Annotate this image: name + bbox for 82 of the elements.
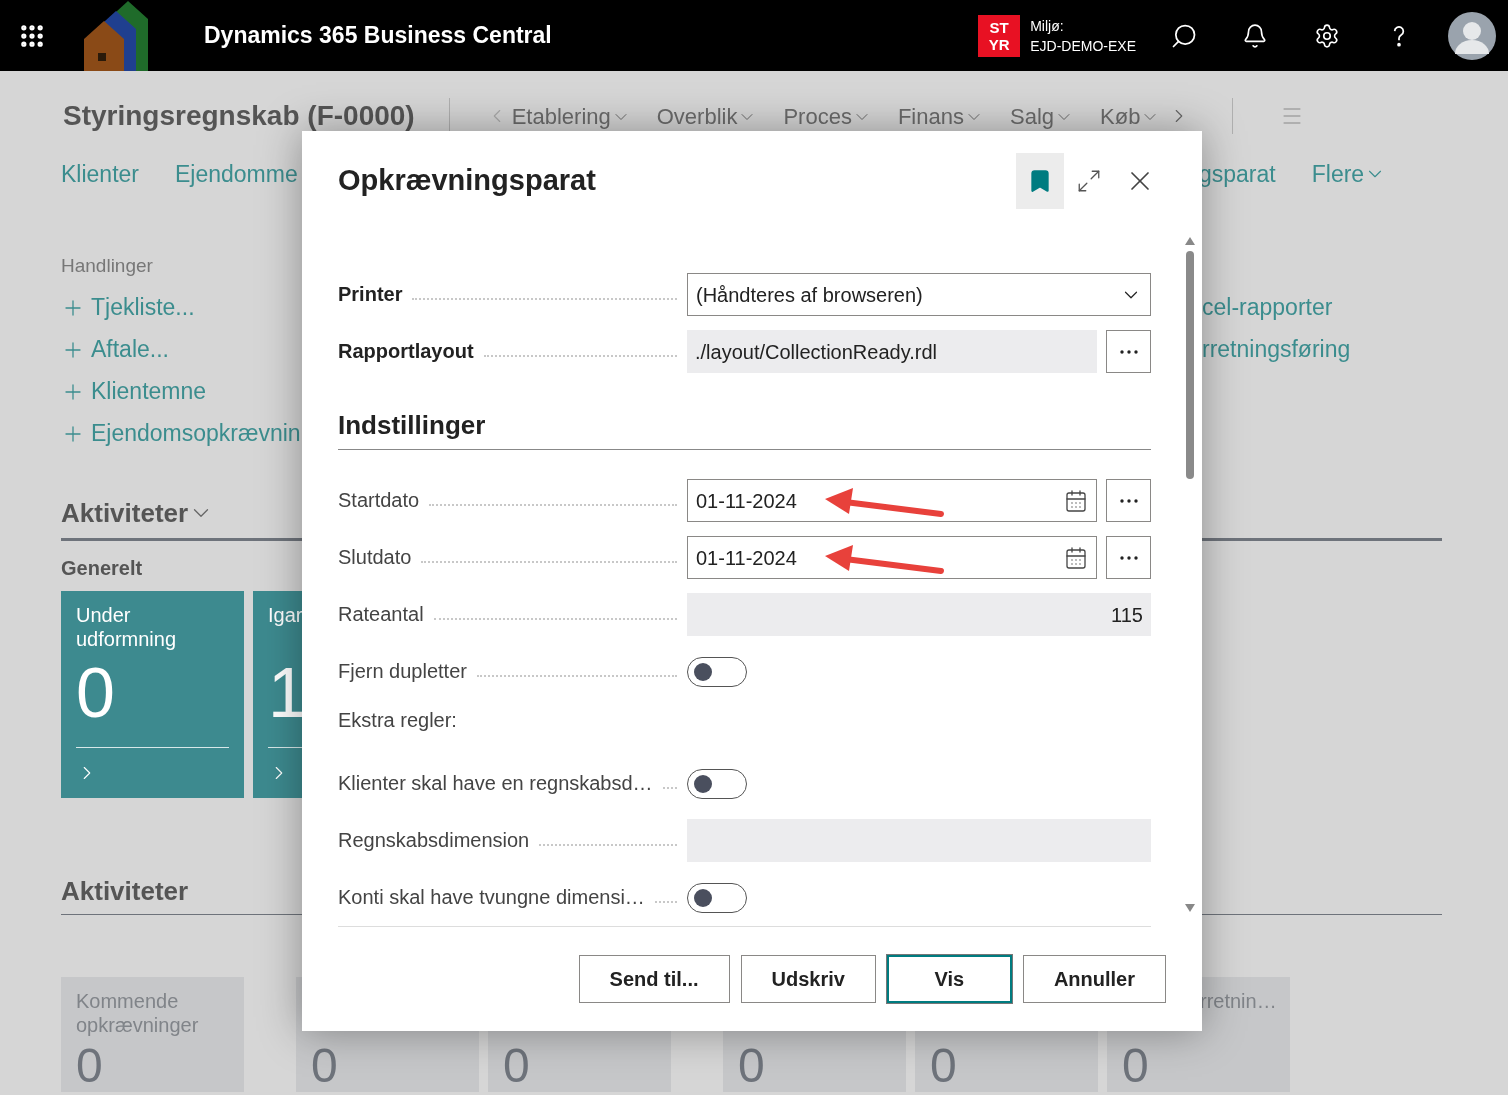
action-link[interactable]: Ejendomsopkrævnin [91,421,301,446]
page-link[interactable]: Klienter [61,156,139,192]
nav-menu-item[interactable]: Køb [1100,104,1161,130]
activity-tile[interactable]: Kommende opkrævninger 0 [61,977,244,1092]
app-title: Dynamics 365 Business Central [204,21,552,51]
tile-label: Igar [268,603,303,628]
dialog-button[interactable]: Vis [886,955,1012,1003]
toggle-switch[interactable] [687,768,747,799]
environment-label: Miljø: [1030,16,1065,36]
tile-label: opkrævninger [76,1013,199,1037]
bookmark-button[interactable] [1016,153,1064,209]
more-icon [1119,349,1138,354]
calendar-icon[interactable] [1064,488,1088,513]
field-label: Slutdato [338,546,412,569]
settings-icon[interactable] [1314,22,1340,49]
action-link[interactable]: Aftale... [91,337,169,362]
tile-count: 1 [268,653,307,733]
dialog-button[interactable]: Udskriv [740,955,876,1003]
page-title: Styringsregnskab (F-0000) [63,101,415,131]
tile-count: 0 [311,1041,338,1091]
scroll-down-icon[interactable] [1185,904,1195,912]
date-field[interactable]: 01-11-2024 [687,536,1097,579]
date-field[interactable]: 01-11-2024 [687,479,1097,522]
dialog-title: Opkrævningsparat [338,163,597,199]
field-label: Rateantal [338,603,424,626]
tile-count: 0 [76,653,115,733]
field-label: Klienter skal have en regnskabsd… [338,772,653,795]
nav-menu-item[interactable]: Overblik [656,104,758,130]
tile-count: 0 [738,1041,765,1091]
nav-menu-item[interactable]: Proces [783,104,872,130]
lookup-button[interactable] [1106,536,1151,579]
action-link[interactable]: Tjekliste... [91,295,195,320]
section-title: Aktiviteter [61,876,189,906]
tile-count: 0 [503,1041,530,1091]
field-label: Startdato [338,489,420,512]
scrollbar-thumb[interactable] [1186,251,1194,479]
lookup-button[interactable] [1106,330,1151,373]
lookup-button[interactable] [1106,479,1151,522]
actions-heading: Handlinger [61,254,153,278]
section-heading: Indstillinger [338,410,486,440]
house-logo-icon [84,1,148,71]
nav-menu-item[interactable]: Finans [897,104,984,130]
page-link[interactable]: gsparat [1199,156,1276,192]
report-link[interactable]: cel-rapporter [1202,295,1333,320]
dialog-button[interactable]: Annuller [1022,955,1166,1003]
tile-count: 0 [930,1041,957,1091]
scroll-up-icon[interactable] [1185,237,1195,245]
report-layout-field[interactable]: ./layout/CollectionReady.rdl [687,330,1097,373]
toggle-switch[interactable] [687,656,747,687]
page-link[interactable]: Flere [1311,156,1387,192]
action-link[interactable]: Klientemne [91,379,207,404]
more-icon [1119,555,1138,560]
environment-name: EJD-DEMO-EXE [1030,36,1136,56]
field-label: Ekstra regler: [338,709,457,732]
nav-menu-item[interactable]: Salg [1009,104,1074,130]
tile-count: 0 [76,1041,103,1091]
readonly-field: 115 [687,593,1151,636]
page-link[interactable]: Ejendomme [175,156,298,192]
dialog-button[interactable]: Send til... [578,955,730,1003]
printer-dropdown[interactable]: (Håndteres af browseren) [687,273,1151,316]
more-icon [1119,498,1138,503]
user-avatar[interactable] [1448,11,1496,60]
notification-bell-icon[interactable] [1242,22,1268,49]
tile-count: 0 [1122,1041,1149,1091]
tile-label: Kommende [76,989,179,1013]
calendar-icon[interactable] [1064,545,1088,570]
field-label: Rapportlayout [338,340,474,363]
field-label: Regnskabsdimension [338,829,530,852]
field-label: Konti skal have tvungne dimensi… [338,886,645,909]
environment-badge: ST YR [978,14,1021,57]
scrollbar[interactable] [1184,237,1196,912]
tile-label: rretnin… [1200,989,1277,1013]
section-title[interactable]: Aktiviteter [61,498,189,528]
group-title: Generelt [61,557,143,579]
tile-label: Under udformning [76,603,178,652]
field-label: Fjern dupletter [338,660,467,683]
toggle-switch[interactable] [687,882,747,913]
activity-tile[interactable]: Under udformning 0 [61,591,244,798]
expand-icon[interactable] [1076,168,1102,194]
field-label: Printer [338,283,403,306]
nav-menu-item[interactable]: Etablering [511,104,631,130]
report-link[interactable]: rretningsføring [1202,337,1351,362]
